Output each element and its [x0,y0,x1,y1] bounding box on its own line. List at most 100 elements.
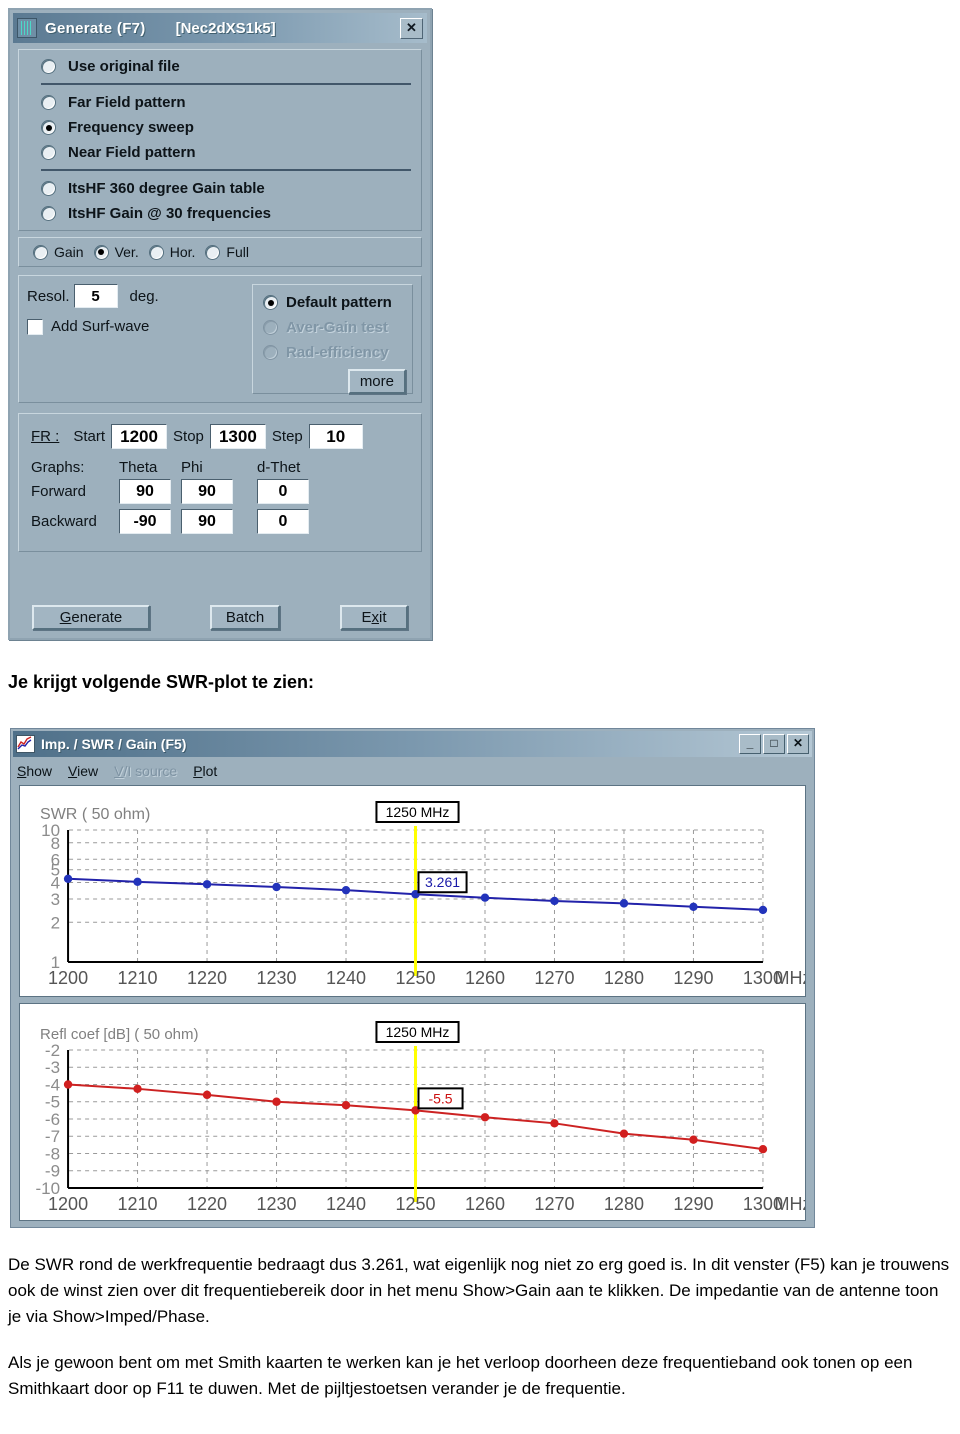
svg-text:-8: -8 [45,1145,60,1164]
dialog-button-row: Generate Batch Exit [10,605,430,630]
radio-circle-checked-icon [93,244,109,260]
radio-label: ItsHF Gain @ 30 frequencies [68,205,272,222]
frequency-range-group: FR : Start Stop Step Graphs: Theta Phi d… [18,413,422,552]
svg-text:1250 MHz: 1250 MHz [386,1024,450,1040]
col-theta-header: Theta [119,459,158,476]
svg-text:-5.5: -5.5 [428,1090,452,1106]
svg-text:MHz: MHz [774,1194,805,1214]
menu-item-plot[interactable]: Plot [193,763,217,779]
graphs-header-row: Graphs: Theta Phi d-Thet [31,459,411,476]
backward-dthet-input[interactable] [257,509,309,534]
backward-row: Backward [31,509,411,534]
checkbox-add-surf-wave[interactable] [27,318,43,335]
radio-circle-icon [41,145,56,160]
radio-rad-efficiency: Rad-efficiency [259,340,406,365]
batch-button[interactable]: Batch [210,605,280,630]
refl-coef-chart[interactable]: Refl coef [dB] ( 50 ohm)-2-3-4-5-6-7-8-9… [20,1004,805,1220]
swr-chart[interactable]: SWR ( 50 ohm)1086543211250 MHz3.2611200 1… [20,786,805,996]
pattern-type-group: Default pattern Aver-Gain test Rad-effic… [252,284,413,394]
col-phi-header: Phi [181,459,203,476]
radio-circle-icon [205,244,221,260]
plot-menubar: Show View V/I source Plot [11,759,814,783]
svg-text:-3: -3 [45,1058,60,1077]
radio-itshf-360-gain-table[interactable]: ItsHF 360 degree Gain table [27,176,413,201]
radio-circle-icon [41,59,56,74]
resolution-row: Resol. deg. [27,284,242,308]
menu-item-view[interactable]: View [68,763,98,779]
generate-button[interactable]: Generate [32,605,150,630]
radio-label: Rad-efficiency [286,344,389,361]
stop-input[interactable] [209,424,266,449]
step-input[interactable] [308,424,363,449]
options-group: Use original file Far Field pattern Freq… [18,49,422,231]
svg-text:1210: 1210 [118,1194,158,1214]
chart-icon [16,735,35,753]
svg-text:1250 MHz: 1250 MHz [386,804,450,820]
radio-frequency-sweep[interactable]: Frequency sweep [27,115,413,140]
radio-circle-icon [263,345,278,360]
svg-text:1290: 1290 [673,1194,713,1214]
radio-near-field-pattern[interactable]: Near Field pattern [27,140,413,165]
backward-theta-input[interactable] [119,509,171,534]
radio-ver[interactable]: Ver. [84,244,139,260]
generate-dialog-filename: [Nec2dXS1k5] [175,19,276,37]
svg-text:1230: 1230 [256,1194,296,1214]
radio-default-pattern[interactable]: Default pattern [259,290,406,315]
forward-phi-input[interactable] [181,479,233,504]
radio-label: Gain [54,244,84,260]
backward-phi-input[interactable] [181,509,233,534]
svg-text:1260: 1260 [465,968,505,988]
more-button[interactable]: more [347,369,406,394]
menu-rest: lot [202,763,218,779]
svg-text:1210: 1210 [118,968,158,988]
svg-text:Refl coef [dB] ( 50 ohm): Refl coef [dB] ( 50 ohm) [40,1026,199,1043]
generate-dialog-titlebar[interactable]: Generate (F7) [Nec2dXS1k5] ✕ [13,13,427,43]
menu-accel: P [193,763,203,779]
menu-item-show[interactable]: Show [17,763,52,779]
paragraph-1: De SWR rond de werkfrequentie bedraagt d… [8,1255,950,1326]
radio-far-field-pattern[interactable]: Far Field pattern [27,90,413,115]
generate-button-accel: G [59,609,72,626]
forward-dthet-input[interactable] [257,479,309,504]
radio-use-original-file[interactable]: Use original file [27,54,413,79]
minimize-icon[interactable]: _ [739,734,761,754]
exit-button-post: it [379,609,387,626]
resolution-unit: deg. [129,287,159,305]
col-dthet-header: d-Thet [257,459,301,476]
svg-text:1250: 1250 [395,968,435,988]
radio-label: ItsHF 360 degree Gain table [68,180,265,197]
svg-text:1240: 1240 [326,968,366,988]
close-icon[interactable]: ✕ [400,17,423,39]
close-icon[interactable]: ✕ [787,734,809,754]
graphs-label: Graphs: [31,459,85,476]
radio-aver-gain-test: Aver-Gain test [259,315,406,340]
radio-gain[interactable]: Gain [23,244,84,260]
radio-itshf-gain-30-frequencies[interactable]: ItsHF Gain @ 30 frequencies [27,201,413,226]
radio-circle-icon [41,206,56,221]
radio-label: Far Field pattern [68,94,186,111]
svg-text:-9: -9 [45,1162,60,1181]
svg-text:1290: 1290 [673,968,713,988]
add-surf-wave-row[interactable]: Add Surf-wave [27,318,242,335]
swr-chart-panel: SWR ( 50 ohm) 10 8 6 5 4 3 2 1 1250 MHz 3.261 1200 1… [19,785,806,997]
radio-full[interactable]: Full [195,244,249,260]
start-input[interactable] [111,424,168,449]
exit-button[interactable]: Exit [340,605,408,630]
radio-circle-icon [41,181,56,196]
svg-text:1280: 1280 [604,1194,644,1214]
svg-text:1230: 1230 [256,968,296,988]
forward-theta-input[interactable] [119,479,171,504]
radio-circle-icon [148,244,164,260]
divider [41,169,411,171]
divider [41,83,411,85]
maximize-icon[interactable]: □ [763,734,785,754]
svg-text:-6: -6 [45,1110,60,1129]
resolution-group: Resol. deg. Add Surf-wave Default patter… [18,275,422,403]
radio-hor[interactable]: Hor. [139,244,195,260]
plot-window-titlebar[interactable]: Imp. / SWR / Gain (F5) _ □ ✕ [13,731,812,757]
radio-label: Frequency sweep [68,119,194,136]
plot-window-title: Imp. / SWR / Gain (F5) [41,736,187,752]
radio-circle-checked-icon [41,120,56,135]
graphs-table: Graphs: Theta Phi d-Thet Forward Backwar… [31,459,411,534]
resolution-input[interactable] [73,284,118,308]
